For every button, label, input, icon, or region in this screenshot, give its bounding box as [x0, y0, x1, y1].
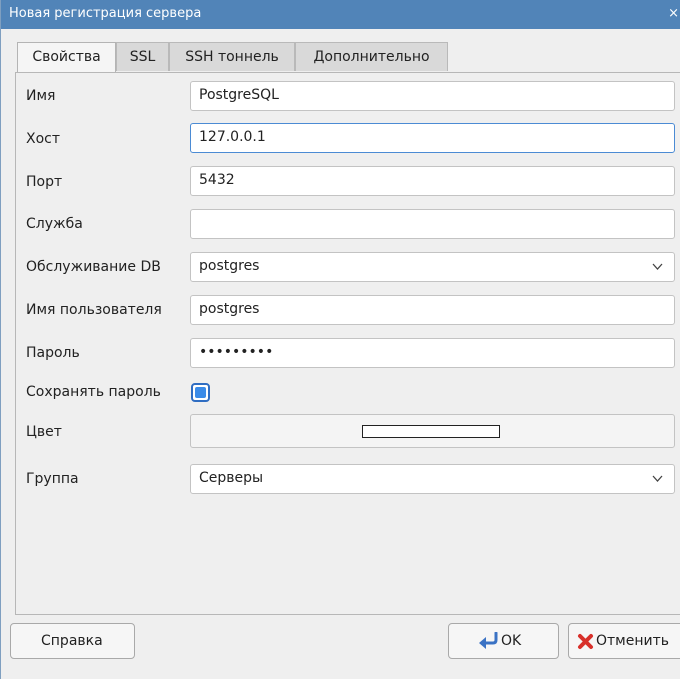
password-label: Пароль	[26, 345, 80, 361]
server-registration-dialog: Новая регистрация сервера × Свойства SSL…	[0, 0, 680, 679]
window-title: Новая регистрация сервера	[9, 6, 202, 21]
checkbox-checked-mark	[195, 387, 206, 398]
username-input[interactable]: postgres	[190, 295, 675, 325]
close-icon[interactable]: ×	[668, 6, 679, 21]
name-input[interactable]: PostgreSQL	[190, 81, 675, 111]
cancel-button[interactable]: Отменить	[568, 623, 680, 659]
return-arrow-icon	[479, 632, 498, 649]
chevron-down-icon[interactable]	[651, 472, 664, 485]
red-x-icon	[578, 634, 593, 649]
ok-button[interactable]: OK	[448, 623, 559, 659]
group-value: Серверы	[199, 470, 264, 486]
password-input[interactable]: •••••••••	[190, 338, 675, 368]
tab-ssl-label: SSL	[129, 49, 156, 65]
tab-ssh-tunnel[interactable]: SSH тоннель	[169, 42, 295, 71]
maintenance-db-label: Обслуживание DB	[26, 259, 161, 275]
save-password-label: Сохранять пароль	[26, 384, 161, 400]
port-value: 5432	[199, 172, 235, 188]
tab-ssl[interactable]: SSL	[116, 42, 169, 71]
password-value: •••••••••	[199, 344, 274, 360]
help-button[interactable]: Справка	[10, 623, 135, 659]
ok-button-label: OK	[501, 633, 522, 649]
color-picker-button[interactable]	[190, 414, 675, 448]
host-label: Хост	[26, 131, 61, 147]
maintenance-db-value: postgres	[199, 258, 260, 274]
cancel-button-label: Отменить	[596, 633, 670, 649]
save-password-checkbox[interactable]	[191, 383, 210, 402]
name-value: PostgreSQL	[199, 87, 279, 103]
host-value: 127.0.0.1	[199, 129, 266, 145]
color-label: Цвет	[26, 424, 62, 440]
tab-advanced[interactable]: Дополнительно	[295, 42, 448, 71]
color-swatch	[362, 425, 500, 438]
service-label: Служба	[26, 216, 83, 232]
tab-properties-label: Свойства	[32, 49, 101, 65]
name-label: Имя	[26, 88, 56, 104]
port-input[interactable]: 5432	[190, 166, 675, 196]
group-label: Группа	[26, 471, 79, 487]
username-label: Имя пользователя	[26, 302, 162, 318]
service-input[interactable]	[190, 209, 675, 239]
chevron-down-icon[interactable]	[651, 260, 664, 273]
title-bar[interactable]: Новая регистрация сервера ×	[1, 0, 680, 29]
tab-properties[interactable]: Свойства	[17, 42, 116, 73]
group-select[interactable]: Серверы	[190, 464, 675, 494]
host-input[interactable]: 127.0.0.1	[190, 123, 675, 153]
tab-advanced-label: Дополнительно	[313, 49, 430, 65]
username-value: postgres	[199, 301, 260, 317]
tab-ssh-tunnel-label: SSH тоннель	[185, 49, 279, 65]
help-button-label: Справка	[41, 633, 103, 649]
maintenance-db-select[interactable]: postgres	[190, 252, 675, 282]
port-label: Порт	[26, 174, 63, 190]
